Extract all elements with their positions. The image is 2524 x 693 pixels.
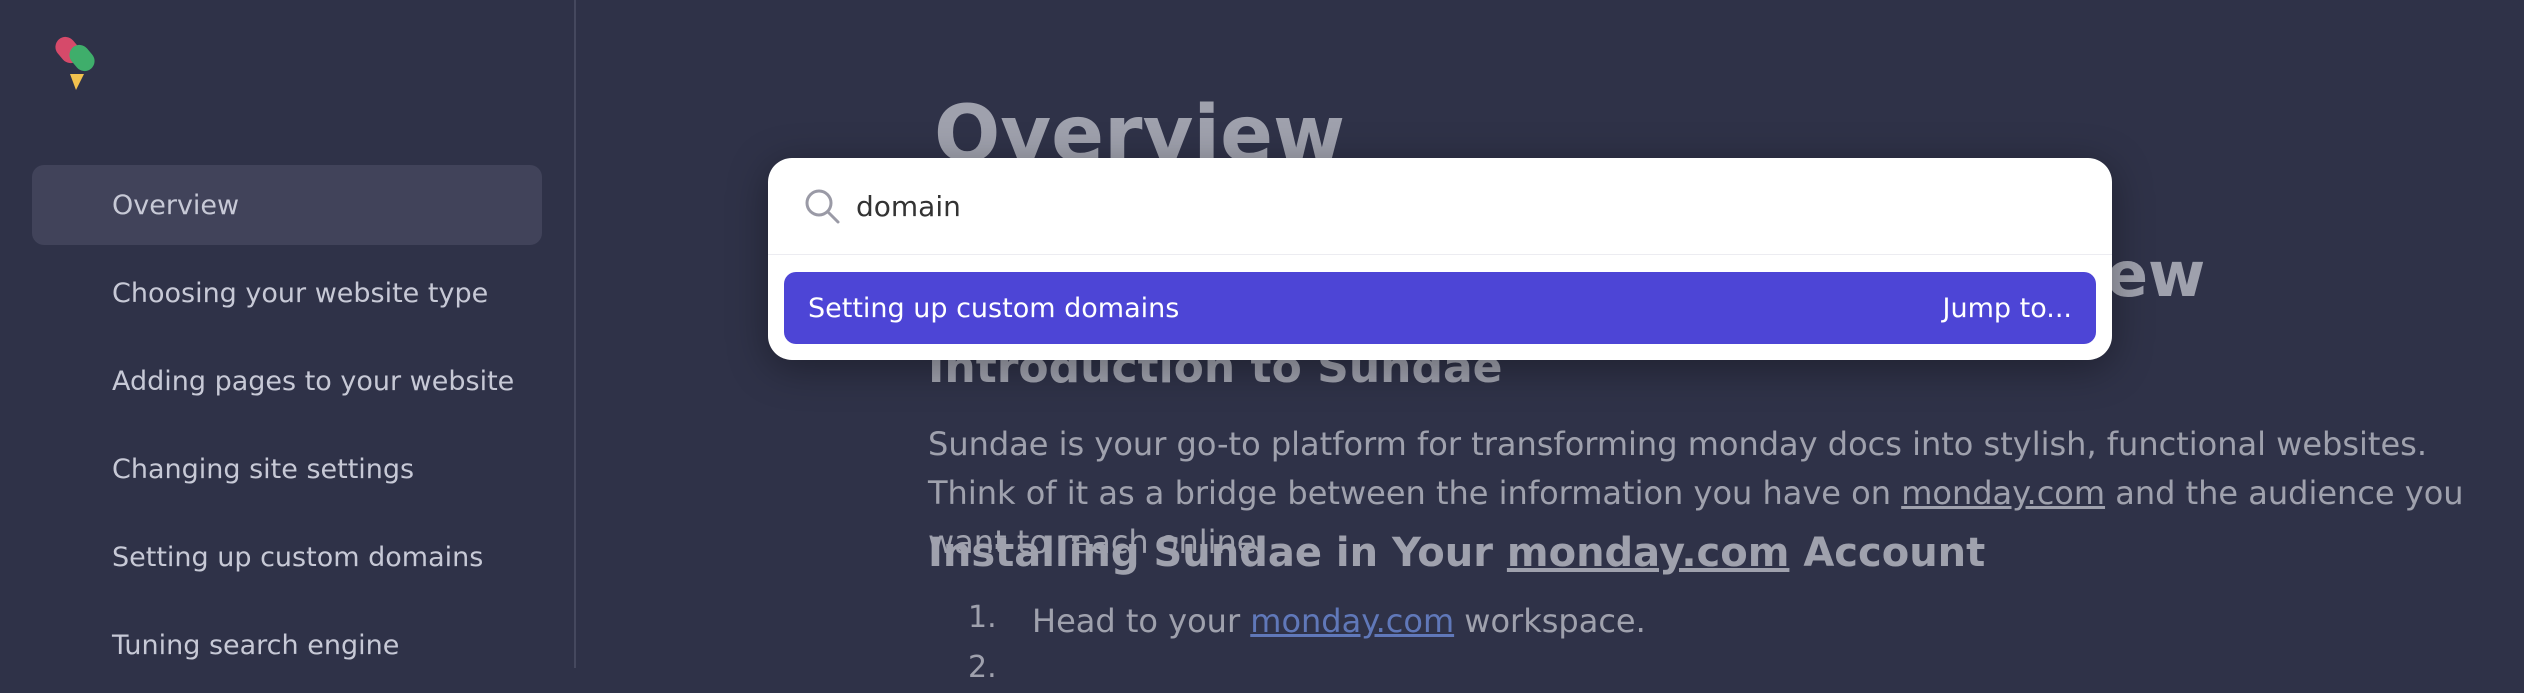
sidebar-item-site-settings[interactable]: Changing site settings [32,429,542,509]
sidebar-item-custom-domains[interactable]: Setting up custom domains [32,517,542,597]
install-heading-text-1: Installing Sundae in Your [928,530,1507,576]
search-modal: Setting up custom domains Jump to... [768,158,2112,360]
install-heading-link[interactable]: monday.com [1507,530,1790,576]
list-number-1: 1. [968,600,997,635]
sidebar-item-overview[interactable]: Overview [32,165,542,245]
search-icon [805,189,840,224]
intro-link[interactable]: monday.com [1901,474,2105,512]
install-heading: Installing Sundae in Your monday.com Acc… [928,530,1985,576]
search-input[interactable] [856,178,2056,234]
sidebar: Overview Choosing your website type Addi… [0,0,576,668]
list-item-1-text-2: workspace. [1454,602,1646,640]
sidebar-item-search-engine[interactable]: Tuning search engine [32,605,542,685]
search-bar [768,158,2112,255]
list-item-1-link[interactable]: monday.com [1250,602,1454,640]
sidebar-item-choosing-website-type[interactable]: Choosing your website type [32,253,542,333]
search-result-action: Jump to... [1942,292,2072,324]
sidebar-nav: Overview Choosing your website type Addi… [32,165,542,693]
list-item-1: Head to your monday.com workspace. [1032,602,1646,640]
install-heading-text-2: Account [1789,530,1986,576]
search-result-title: Setting up custom domains [808,292,1180,324]
section-heading-partial: ew [2106,238,2206,311]
search-result-item[interactable]: Setting up custom domains Jump to... [784,272,2096,344]
list-item-1-text-1: Head to your [1032,602,1251,640]
sidebar-item-adding-pages[interactable]: Adding pages to your website [32,341,542,421]
sundae-logo-icon[interactable] [54,30,106,94]
